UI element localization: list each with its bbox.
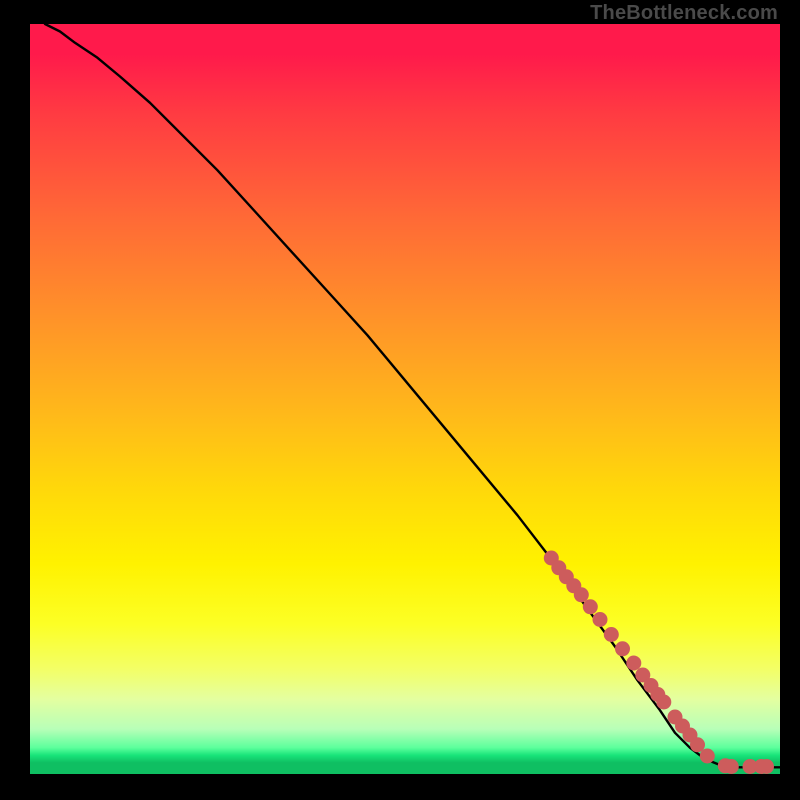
marker-group: [544, 551, 774, 775]
chart-root: TheBottleneck.com: [0, 0, 800, 800]
data-marker: [700, 749, 715, 764]
data-marker: [574, 587, 589, 602]
plot-overlay: [30, 24, 780, 774]
data-marker: [583, 599, 598, 614]
bottleneck-curve: [45, 24, 780, 767]
plot-area: [30, 24, 780, 774]
data-marker: [626, 656, 641, 671]
data-marker: [593, 612, 608, 627]
data-marker: [724, 759, 739, 774]
data-marker: [656, 695, 671, 710]
data-marker: [604, 627, 619, 642]
data-marker: [759, 759, 774, 774]
data-marker: [615, 641, 630, 656]
watermark-text: TheBottleneck.com: [590, 2, 778, 25]
